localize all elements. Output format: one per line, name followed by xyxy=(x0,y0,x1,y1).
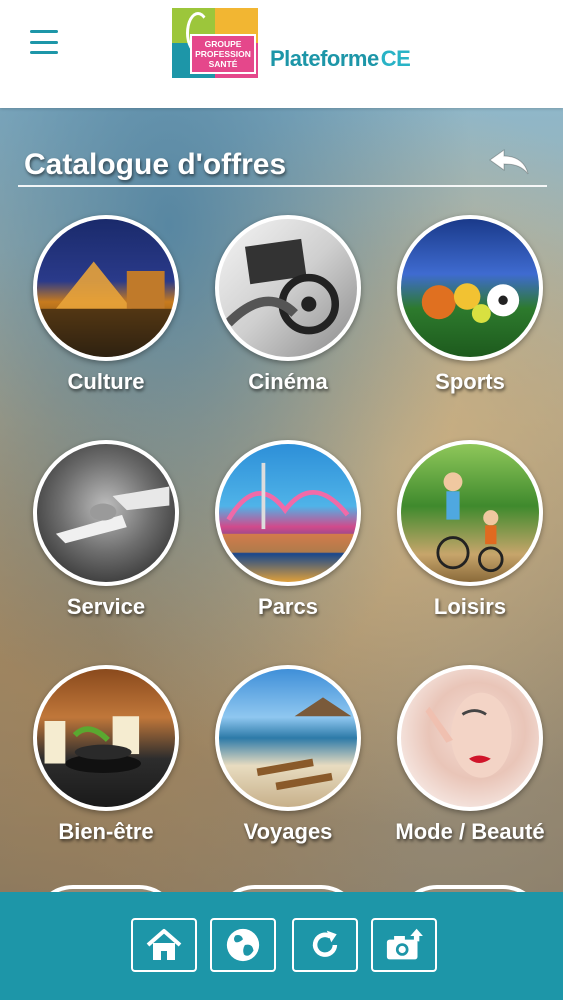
louvre-pyramid-image xyxy=(33,215,179,361)
sports-balls-image xyxy=(397,215,543,361)
film-reel-image xyxy=(215,215,361,361)
globe-icon xyxy=(226,928,260,962)
spa-stones-image xyxy=(33,665,179,811)
home-button[interactable] xyxy=(131,918,197,972)
hamburger-icon[interactable] xyxy=(30,30,58,54)
category-tile-culture[interactable]: Culture xyxy=(17,215,197,425)
amusement-park-image xyxy=(215,440,361,586)
logo-line-1: GROUPE xyxy=(204,39,242,49)
groupe-profession-sante-logo: GROUPE PROFESSION SANTÉ xyxy=(172,8,258,78)
category-label: Voyages xyxy=(243,819,333,844)
family-cycling-image xyxy=(397,440,543,586)
home-icon xyxy=(146,929,182,960)
category-tile-parcs[interactable]: Parcs xyxy=(199,440,379,650)
category-label: Sports xyxy=(435,369,505,394)
brand-suffix: CE xyxy=(380,46,411,71)
category-label: Culture xyxy=(67,369,145,394)
category-label: Service xyxy=(66,594,146,619)
refresh-button[interactable] xyxy=(292,918,358,972)
logo-line-3: SANTÉ xyxy=(208,59,238,69)
camera-upload-button[interactable] xyxy=(371,918,437,972)
app-header: GROUPE PROFESSION SANTÉ PlateformeCE xyxy=(0,0,563,108)
category-label: Loisirs xyxy=(433,594,507,619)
category-label: Parcs xyxy=(258,594,318,619)
category-label: Mode / Beauté xyxy=(395,819,545,844)
category-tile-bien-etre[interactable]: Bien-être xyxy=(17,665,197,875)
desk-bell-image xyxy=(33,440,179,586)
category-tile-cinema[interactable]: Cinéma xyxy=(199,215,379,425)
refresh-icon xyxy=(312,930,338,957)
title-divider xyxy=(18,185,547,187)
logo-line-2: PROFESSION xyxy=(195,49,251,59)
makeup-portrait-image xyxy=(397,665,543,811)
brand-name: Plateforme xyxy=(270,46,379,71)
beach-image xyxy=(215,665,361,811)
bottom-toolbar xyxy=(0,892,563,1000)
category-tile-service[interactable]: Service xyxy=(17,440,197,650)
web-button[interactable] xyxy=(210,918,276,972)
back-arrow-icon[interactable] xyxy=(486,146,532,178)
category-tile-loisirs[interactable]: Loisirs xyxy=(381,440,561,650)
brand-wordmark: PlateformeCE xyxy=(270,46,411,72)
category-label: Bien-être xyxy=(58,819,154,844)
page-title: Catalogue d'offres xyxy=(24,148,287,181)
category-tile-mode-beaute[interactable]: Mode / Beauté xyxy=(381,665,561,875)
category-tile-voyages[interactable]: Voyages xyxy=(199,665,379,875)
category-label: Cinéma xyxy=(248,369,328,394)
camera-upload-icon xyxy=(386,928,423,960)
category-tile-sports[interactable]: Sports xyxy=(381,215,561,425)
